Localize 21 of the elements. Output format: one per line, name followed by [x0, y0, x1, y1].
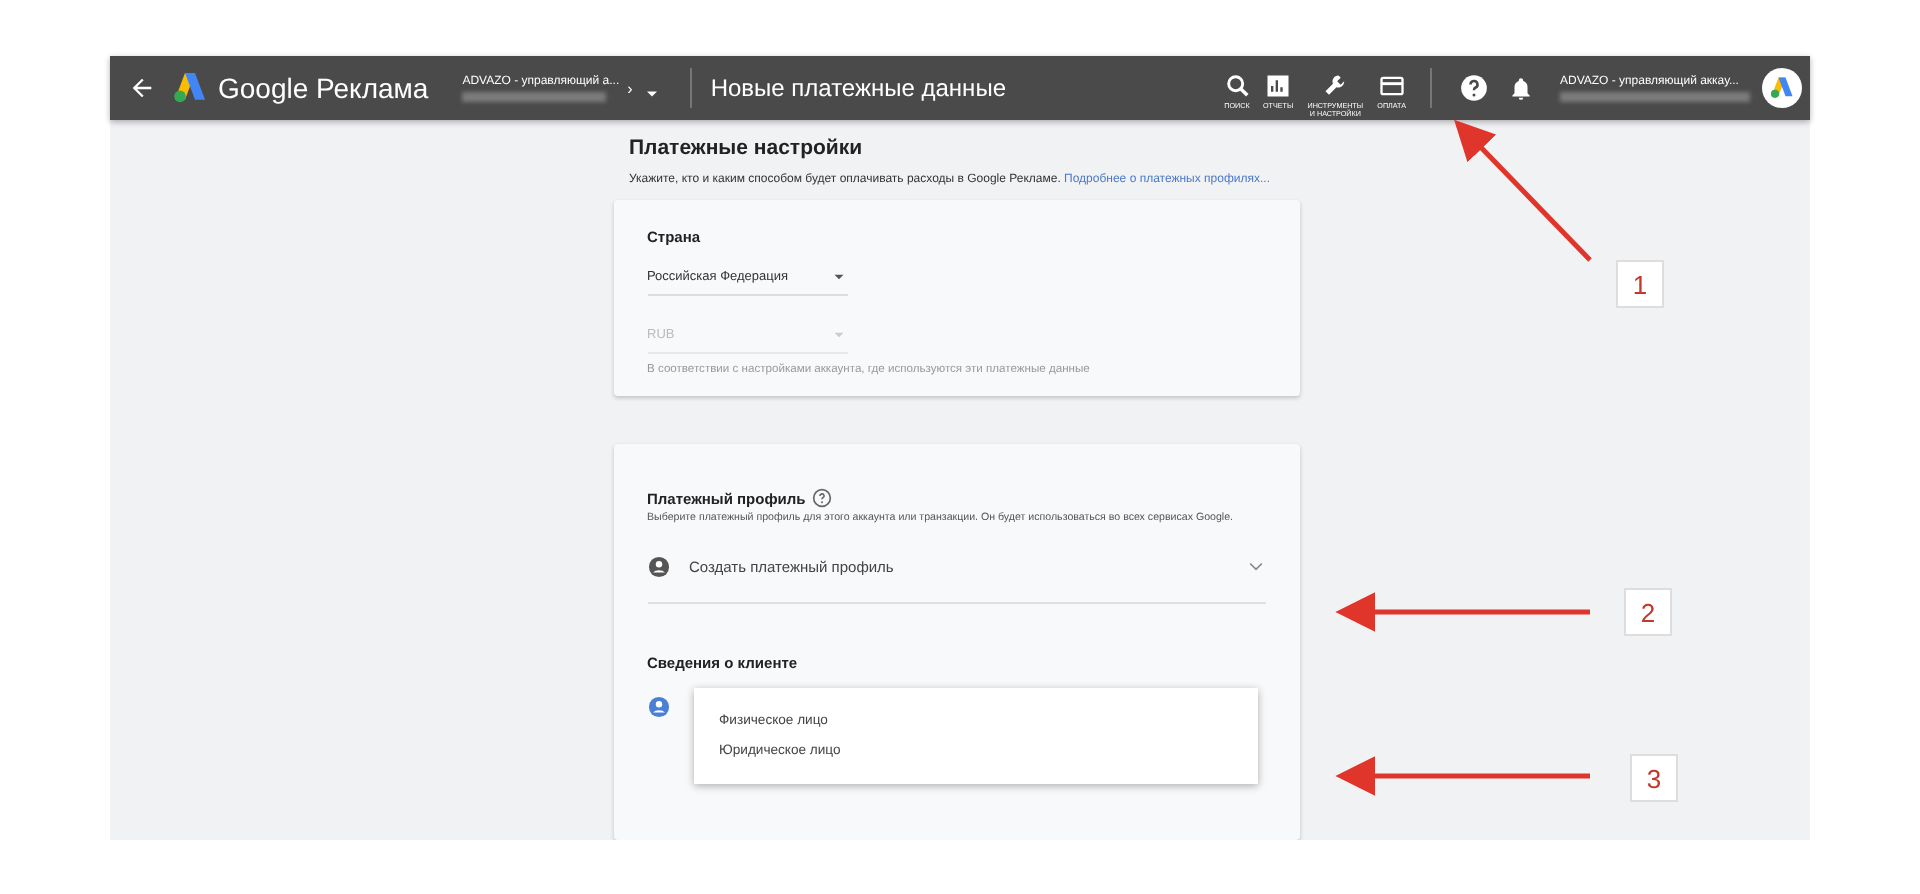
wrench-icon [1321, 72, 1350, 100]
back-arrow-icon [128, 74, 156, 102]
credit-card-icon [1377, 72, 1406, 100]
app-name: Google Реклама [218, 72, 429, 104]
person-icon [647, 695, 669, 717]
section-title: Платежные настройки [629, 136, 865, 160]
bar-chart-icon [1264, 72, 1293, 100]
avatar-button[interactable] [1762, 68, 1802, 108]
annotation-arrow [1454, 119, 1592, 262]
page-title: Новые платежные данные [710, 74, 1006, 102]
person-icon [647, 555, 669, 577]
annotation-number: 3 [1630, 754, 1678, 802]
help-button[interactable] [811, 488, 832, 508]
logo-icon [1768, 74, 1796, 102]
help-icon [1460, 74, 1488, 102]
annotation-number: 1 [1616, 260, 1664, 308]
logo-icon [170, 68, 210, 108]
bell-icon [1508, 75, 1534, 101]
annotation-number: 2 [1624, 588, 1672, 636]
help-icon [811, 488, 832, 508]
search-icon [1223, 72, 1251, 100]
